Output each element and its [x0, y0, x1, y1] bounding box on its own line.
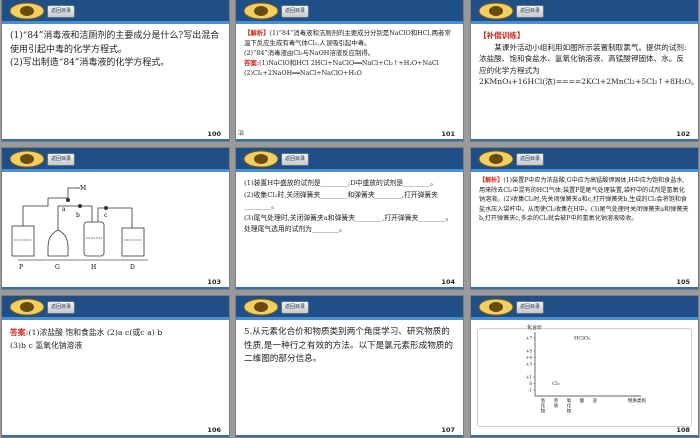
analysis-text: 【解析】(1)“84”消毒液和洁厕剂的主要成分分别是NaClO和HCl,两者常温…: [244, 29, 451, 77]
analysis-text: 【解析】(1)装置P中应为浓盐酸,G中应为高锰酸钾固体,H中应为饱和食盐水,用来…: [479, 177, 689, 223]
chart-point-label: Cl₂: [552, 381, 559, 387]
diagram-label-G: G: [55, 264, 60, 271]
y-tick-label: -1: [528, 388, 532, 393]
x-category-label: 氢: [541, 397, 546, 404]
x-category-label: 物: [567, 407, 572, 414]
back-to-contents-button[interactable]: 返回目录: [47, 301, 75, 314]
slide-thumbnail-104[interactable]: 返回目录 (1)装置H中盛放的试剂是________;D中盛放的试剂是_____…: [236, 148, 463, 289]
back-to-contents-button[interactable]: 返回目录: [281, 153, 309, 166]
slide-thumbnail-101[interactable]: 返回目录 【解析】(1)“84”消毒液和洁厕剂的主要成分分别是NaClO和HCl…: [236, 0, 463, 141]
page-number: 102: [676, 130, 690, 138]
page-number: 106: [207, 426, 221, 434]
diagram-label-c: c: [104, 212, 108, 219]
x-category-label: 物: [541, 407, 546, 414]
diagram-label-M: M: [80, 185, 87, 192]
slide-thumbnail-102[interactable]: 返回目录 【补偿训练】 某课外活动小组利用如图所示装置制取氯气。提供的试剂:浓盐…: [471, 0, 698, 141]
slide-thumbnail-105[interactable]: 返回目录 【解析】(1)装置P中应为浓盐酸,G中应为高锰酸钾固体,H中应为饱和食…: [471, 148, 698, 289]
slide-header: 返回目录: [236, 148, 463, 172]
page-number: 103: [207, 278, 221, 286]
page-number: 101: [441, 130, 455, 138]
y-tick-label: 0: [529, 381, 532, 386]
slide-header: 返回目录: [471, 0, 698, 24]
x-category-label: 氧: [567, 397, 572, 404]
x-category-label: 化: [541, 402, 546, 409]
x-category-label: 酸: [580, 397, 585, 404]
school-logo-icon: [9, 298, 45, 316]
y-tick-label: +7: [526, 336, 533, 341]
chart-point-label: HClO₄: [574, 336, 590, 342]
slide-thumbnail-108[interactable]: 返回目录 化合价 +7 +5 +4 +3 +1 0 -1 氢化物单质氧化物酸盐物质类别 HClO₄…: [471, 296, 698, 437]
school-logo-icon: [478, 2, 514, 20]
x-category-label: 盐: [593, 397, 598, 404]
y-axis-label: 化合价: [527, 324, 542, 331]
slide-header: 返回目录: [236, 296, 463, 320]
slide-header: 返回目录: [2, 148, 229, 172]
slide-header: 返回目录: [2, 296, 229, 320]
page-number: 104: [441, 278, 455, 286]
school-logo-icon: [9, 150, 45, 168]
question-text: 5.从元素化合价和物质类别两个角度学习、研究物质的性质,是一种行之有效的方法。以…: [244, 327, 453, 364]
slide-thumbnail-106[interactable]: 返回目录 答案:(1)浓盐酸 饱和食盐水 (2)a c(或c a) b (3)b…: [2, 296, 229, 437]
question-text: (1)装置H中盛放的试剂是________;D中盛放的试剂是________。 …: [244, 179, 453, 233]
slide-header: 返回目录: [2, 0, 229, 24]
y-tick-label: +3: [526, 362, 533, 367]
back-to-contents-button[interactable]: 返回目录: [281, 5, 309, 18]
school-logo-icon: [9, 2, 45, 20]
slide-header: 返回目录: [471, 148, 698, 172]
slide-header: 返回目录: [236, 0, 463, 24]
training-text: 【补偿训练】 某课外活动小组利用如图所示装置制取氯气。提供的试剂:浓盐酸、饱和食…: [479, 31, 698, 86]
diagram-label-P: P: [19, 264, 24, 271]
diagram-label-H: H: [91, 264, 97, 271]
question-text: (1)“84”消毒液和洁厕剂的主要成分是什么?写出混合使用引起中毒的化学方程式。…: [10, 31, 220, 68]
side-note: 冶: [238, 130, 245, 137]
y-tick-label: +4: [526, 355, 533, 360]
page-number: 105: [676, 278, 690, 286]
valence-category-chart: 化合价+7+5+4+3+10-1氢化物单质氧化物酸盐物质类别HClO₄Cl₂: [526, 324, 647, 414]
back-to-contents-button[interactable]: 返回目录: [47, 5, 75, 18]
school-logo-icon: [243, 150, 279, 168]
x-category-label: 单: [554, 397, 559, 404]
slide-thumbnail-103[interactable]: 返回目录 M a b c P G H D 103: [2, 148, 229, 289]
school-logo-icon: [243, 298, 279, 316]
page-number: 107: [441, 426, 455, 434]
diagram-label-b: b: [76, 212, 80, 219]
y-tick-label: +5: [526, 349, 533, 354]
back-to-contents-button[interactable]: 返回目录: [47, 153, 75, 166]
x-category-label: 质: [554, 402, 559, 409]
back-to-contents-button[interactable]: 返回目录: [281, 301, 309, 314]
page-number: 108: [676, 426, 690, 434]
y-tick-label: +1: [526, 375, 533, 380]
school-logo-icon: [478, 150, 514, 168]
diagram-label-a: a: [62, 206, 66, 213]
back-to-contents-button[interactable]: 返回目录: [516, 5, 544, 18]
page-number: 100: [207, 130, 221, 138]
back-to-contents-button[interactable]: 返回目录: [516, 153, 544, 166]
diagram-label-D: D: [130, 264, 135, 271]
school-logo-icon: [243, 2, 279, 20]
answer-text: 答案:(1)浓盐酸 饱和食盐水 (2)a c(或c a) b (3)b c 氢氧…: [10, 328, 163, 350]
x-axis-label: 物质类别: [628, 397, 647, 404]
slide-thumbnail-100[interactable]: 返回目录 (1)“84”消毒液和洁厕剂的主要成分是什么?写出混合使用引起中毒的化…: [2, 0, 229, 141]
slide-thumbnail-107[interactable]: 返回目录 5.从元素化合价和物质类别两个角度学习、研究物质的性质,是一种行之有效…: [236, 296, 463, 437]
x-category-label: 化: [567, 402, 572, 409]
